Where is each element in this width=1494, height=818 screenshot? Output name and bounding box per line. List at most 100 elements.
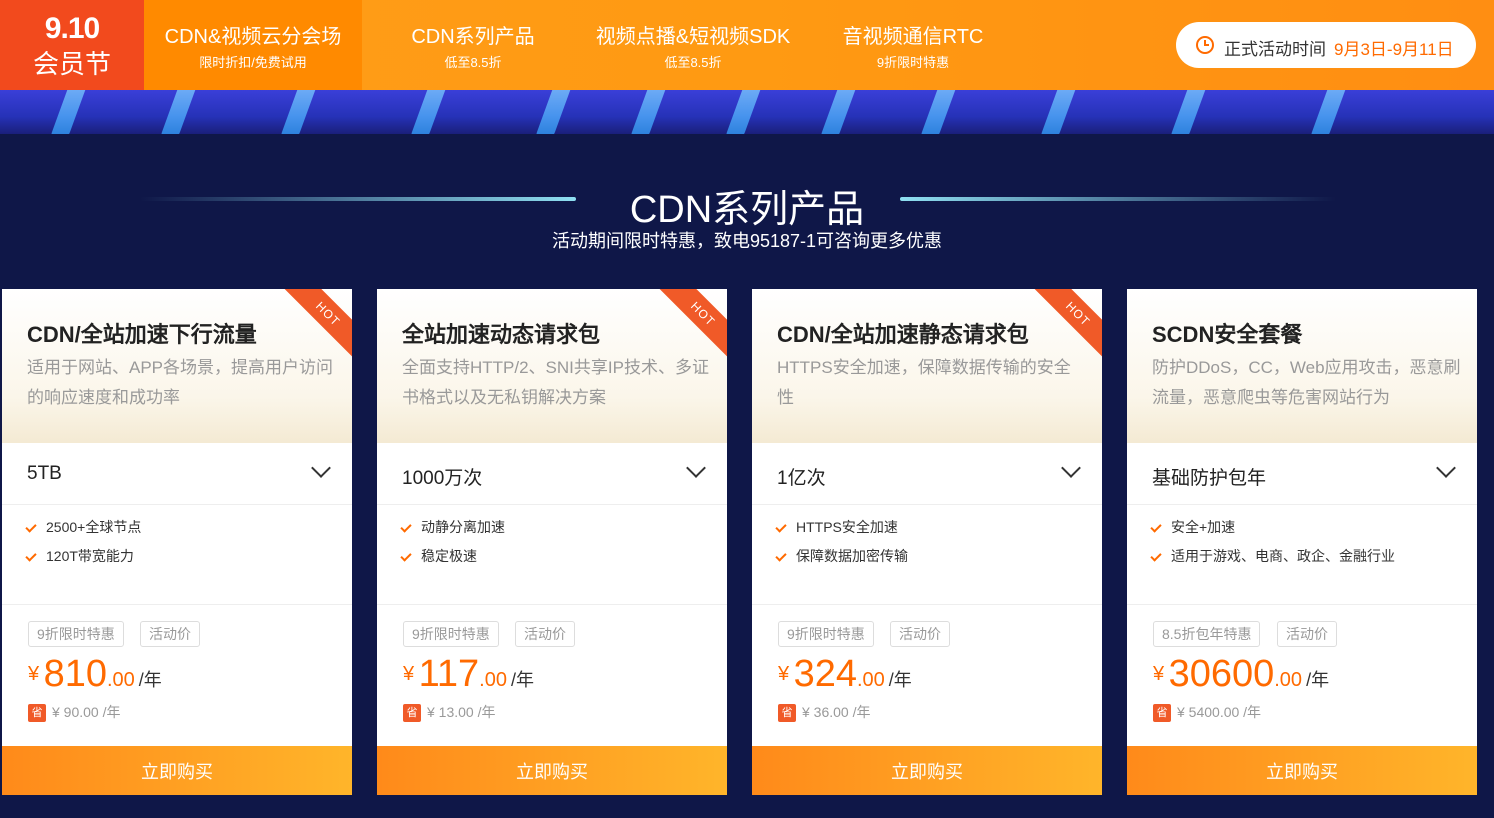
price-integer: 810	[43, 653, 107, 695]
savings: 省 ¥ 13.00 /年	[403, 702, 496, 723]
currency-symbol: ¥	[778, 663, 790, 685]
spec-dropdown[interactable]: 基础防护包年	[1127, 443, 1477, 505]
nav-item-subtitle: 限时折扣/免费试用	[199, 55, 307, 70]
product-name: CDN/全站加速静态请求包	[777, 322, 1029, 347]
buy-now-button[interactable]: 立即购买	[2, 746, 352, 795]
spec-value: 1000万次	[402, 468, 483, 489]
light-beam-decoration	[159, 90, 199, 134]
product-description: 防护DDoS，CC，Web应用攻击，恶意刷流量，恶意爬虫等危害网站行为	[1152, 358, 1461, 407]
check-icon	[1150, 521, 1162, 533]
product-card: SCDN安全套餐 防护DDoS，CC，Web应用攻击，恶意刷流量，恶意爬虫等危害…	[1127, 289, 1477, 795]
top-nav: 9.10 会员节 CDN&视频云分会场 限时折扣/免费试用 CDN系列产品 低至…	[0, 0, 1494, 98]
discount-tag: 9折限时特惠	[403, 621, 499, 647]
check-icon	[400, 550, 412, 562]
price-integer: 324	[793, 653, 857, 695]
hot-label: HOT	[276, 289, 352, 366]
currency-symbol: ¥	[1153, 663, 1165, 685]
feature-list: 2500+全球节点 120T带宽能力	[2, 505, 352, 605]
savings-amount: ¥ 13.00 /年	[427, 704, 496, 720]
light-beam-decoration	[49, 90, 89, 134]
logo-title: 会员节	[32, 49, 111, 79]
save-badge: 省	[778, 704, 796, 723]
price-unit: /年	[510, 670, 534, 690]
feature-list: 动静分离加速 稳定极速	[377, 505, 727, 605]
price-unit: /年	[138, 670, 162, 690]
buy-now-button[interactable]: 立即购买	[1127, 746, 1477, 795]
currency-symbol: ¥	[28, 663, 40, 685]
price: ¥ 324.00/年	[778, 653, 912, 696]
hot-label: HOT	[651, 289, 727, 366]
save-badge: 省	[403, 704, 421, 723]
product-card: 全站加速动态请求包 全面支持HTTP/2、SNI共享IP技术、多证书格式以及无私…	[377, 289, 727, 795]
spec-dropdown[interactable]: 1000万次	[377, 443, 727, 505]
hot-ribbon: HOT	[1020, 289, 1102, 371]
product-name: CDN/全站加速下行流量	[27, 322, 257, 347]
activity-time-value: 9月3日-9月11日	[1334, 40, 1454, 59]
price-decimal: .00	[479, 669, 507, 691]
price: ¥ 117.00/年	[403, 653, 534, 696]
savings-amount: ¥ 36.00 /年	[802, 704, 871, 720]
product-name: 全站加速动态请求包	[402, 322, 601, 347]
save-badge: 省	[28, 704, 46, 723]
check-icon	[775, 521, 787, 533]
price-unit: /年	[888, 670, 912, 690]
savings-amount: ¥ 90.00 /年	[52, 704, 121, 720]
activity-price-tag: 活动价	[1277, 621, 1337, 647]
check-icon	[1150, 550, 1162, 562]
clock-icon	[1196, 36, 1214, 54]
price-decimal: .00	[856, 669, 885, 691]
activity-time-label: 正式活动时间	[1224, 40, 1326, 59]
feature-item: 动静分离加速	[397, 517, 505, 537]
light-beam-decoration	[919, 90, 959, 134]
nav-item-title: CDN&视频云分会场	[164, 26, 342, 48]
spec-value: 5TB	[27, 463, 62, 484]
chevron-down-icon	[1061, 458, 1081, 478]
event-logo[interactable]: 9.10 会员节	[0, 0, 144, 98]
chevron-down-icon	[311, 458, 331, 478]
section-subtitle: 活动期间限时特惠，致电95187-1可咨询更多优惠	[551, 231, 943, 251]
logo-date: 9.10	[44, 12, 100, 45]
product-card: CDN/全站加速静态请求包 HTTPS安全加速，保障数据传输的安全性 HOT 1…	[752, 289, 1102, 795]
nav-item-cdn-products[interactable]: CDN系列产品 低至8.5折	[388, 0, 558, 90]
nav-item-vod-sdk[interactable]: 视频点播&短视频SDK 低至8.5折	[588, 0, 798, 90]
chevron-down-icon	[686, 458, 706, 478]
nav-item-title: 音视频通信RTC	[842, 26, 984, 48]
hero-banner-strip	[0, 90, 1494, 134]
activity-time-box: 正式活动时间 9月3日-9月11日	[1176, 22, 1476, 68]
spec-dropdown[interactable]: 1亿次	[752, 443, 1102, 505]
hot-label: HOT	[1026, 289, 1102, 366]
light-beam-decoration	[279, 90, 319, 134]
save-badge: 省	[1153, 704, 1171, 723]
spec-dropdown[interactable]: 5TB	[2, 443, 352, 505]
feature-list: HTTPS安全加速 保障数据加密传输	[752, 505, 1102, 605]
feature-item: 保障数据加密传输	[772, 546, 908, 566]
light-beam-decoration	[1039, 90, 1079, 134]
nav-item-cdn-video-venue[interactable]: CDN&视频云分会场 限时折扣/免费试用	[144, 0, 362, 90]
light-beam-decoration	[629, 90, 669, 134]
activity-price-tag: 活动价	[890, 621, 950, 647]
nav-item-rtc[interactable]: 音视频通信RTC 9折限时特惠	[833, 0, 993, 90]
light-beam-decoration	[409, 90, 449, 134]
feature-item: 2500+全球节点	[22, 517, 141, 537]
feature-item: 稳定极速	[397, 546, 477, 566]
buy-now-button[interactable]: 立即购买	[752, 746, 1102, 795]
activity-price-tag: 活动价	[515, 621, 575, 647]
activity-price-tag: 活动价	[140, 621, 200, 647]
savings: 省 ¥ 90.00 /年	[28, 702, 121, 723]
price-unit: /年	[1306, 670, 1330, 690]
feature-item: HTTPS安全加速	[772, 517, 898, 537]
price-integer: 117	[418, 653, 480, 695]
price: ¥ 810.00/年	[28, 653, 162, 696]
nav-item-title: 视频点播&短视频SDK	[595, 26, 791, 48]
price-decimal: .00	[1274, 669, 1303, 691]
price-decimal: .00	[106, 669, 135, 691]
feature-item: 适用于游戏、电商、政企、金融行业	[1147, 546, 1395, 566]
nav-item-subtitle: 低至8.5折	[444, 55, 502, 70]
feature-list: 安全+加速 适用于游戏、电商、政企、金融行业	[1127, 505, 1477, 605]
product-name: SCDN安全套餐	[1152, 322, 1303, 347]
currency-symbol: ¥	[403, 663, 415, 685]
buy-now-button[interactable]: 立即购买	[377, 746, 727, 795]
check-icon	[25, 550, 37, 562]
light-beam-decoration	[534, 90, 574, 134]
nav-item-subtitle: 低至8.5折	[664, 55, 722, 70]
